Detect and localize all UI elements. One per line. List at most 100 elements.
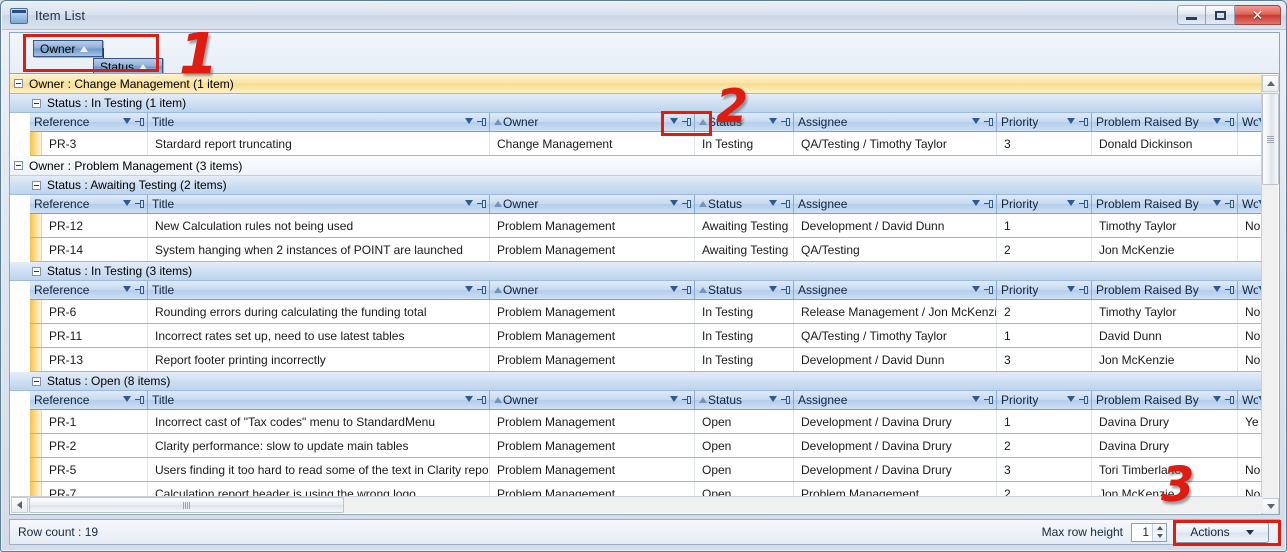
collapse-expand-icon[interactable] bbox=[14, 79, 23, 88]
column-header-title[interactable]: Title bbox=[148, 113, 490, 131]
owner-group-header[interactable]: Owner : Change Management (1 item) bbox=[10, 74, 1263, 94]
column-chooser-icon[interactable] bbox=[984, 396, 993, 404]
filter-icon[interactable] bbox=[123, 396, 132, 404]
filter-icon[interactable] bbox=[769, 200, 778, 208]
scroll-up-button[interactable] bbox=[1262, 75, 1279, 92]
sort-ascending-icon[interactable] bbox=[699, 397, 707, 403]
filter-icon[interactable] bbox=[972, 396, 981, 404]
filter-icon[interactable] bbox=[670, 118, 679, 126]
filter-icon[interactable] bbox=[465, 200, 474, 208]
column-header-status[interactable]: Status bbox=[695, 195, 794, 213]
stepper-buttons[interactable] bbox=[1152, 523, 1166, 541]
column-chooser-icon[interactable] bbox=[682, 396, 691, 404]
stepper-down-button[interactable] bbox=[1153, 532, 1166, 541]
scroll-down-button[interactable] bbox=[1262, 498, 1279, 514]
column-header-priority[interactable]: Priority bbox=[997, 391, 1092, 409]
filter-icon[interactable] bbox=[465, 286, 474, 294]
filter-icon[interactable] bbox=[123, 200, 132, 208]
column-header-title[interactable]: Title bbox=[148, 391, 490, 409]
column-chooser-icon[interactable] bbox=[682, 200, 691, 208]
column-header-problem_raised_by[interactable]: Problem Raised By bbox=[1092, 195, 1238, 213]
filter-icon[interactable] bbox=[1067, 286, 1076, 294]
maximize-button[interactable] bbox=[1206, 5, 1235, 25]
column-header-owner[interactable]: Owner bbox=[490, 281, 695, 299]
filter-icon[interactable] bbox=[123, 286, 132, 294]
column-header-reference[interactable]: Reference bbox=[30, 391, 148, 409]
filter-icon[interactable] bbox=[769, 118, 778, 126]
table-row[interactable]: PR-6 Rounding errors during calculating t… bbox=[30, 300, 1263, 324]
filter-icon[interactable] bbox=[670, 396, 679, 404]
stepper-up-button[interactable] bbox=[1153, 523, 1166, 532]
table-row[interactable]: PR-13 Report footer printing incorrectly P… bbox=[30, 348, 1263, 372]
horizontal-scrollbar[interactable] bbox=[11, 496, 1263, 513]
minimize-button[interactable] bbox=[1177, 5, 1206, 25]
column-header-workaround[interactable]: Wo bbox=[1238, 195, 1263, 213]
sort-ascending-icon[interactable] bbox=[494, 201, 502, 207]
max-row-height-stepper[interactable]: 1 bbox=[1131, 522, 1167, 542]
column-chooser-icon[interactable] bbox=[135, 286, 144, 294]
column-header-problem_raised_by[interactable]: Problem Raised By bbox=[1092, 391, 1238, 409]
column-header-owner[interactable]: Owner bbox=[490, 195, 695, 213]
filter-icon[interactable] bbox=[670, 286, 679, 294]
filter-icon[interactable] bbox=[972, 118, 981, 126]
collapse-expand-icon[interactable] bbox=[32, 98, 41, 108]
collapse-expand-icon[interactable] bbox=[32, 376, 41, 386]
column-chooser-icon[interactable] bbox=[781, 396, 790, 404]
status-group-header[interactable]: Status : Awaiting Testing (2 items) bbox=[10, 176, 1263, 195]
sort-ascending-icon[interactable] bbox=[494, 287, 502, 293]
column-chooser-icon[interactable] bbox=[477, 200, 486, 208]
column-header-workaround[interactable]: Wo bbox=[1238, 391, 1263, 409]
actions-button[interactable]: Actions bbox=[1175, 521, 1269, 543]
filter-icon[interactable] bbox=[670, 200, 679, 208]
column-chooser-icon[interactable] bbox=[781, 200, 790, 208]
vertical-scrollbar-thumb[interactable] bbox=[1262, 93, 1279, 185]
owner-group-header[interactable]: Owner : Problem Management (3 items) bbox=[10, 156, 1263, 176]
column-header-assignee[interactable]: Assignee bbox=[794, 391, 997, 409]
column-chooser-icon[interactable] bbox=[1079, 396, 1088, 404]
filter-icon[interactable] bbox=[1067, 200, 1076, 208]
column-header-assignee[interactable]: Assignee bbox=[794, 195, 997, 213]
status-group-header[interactable]: Status : In Testing (1 item) bbox=[10, 94, 1263, 113]
filter-icon[interactable] bbox=[1067, 396, 1076, 404]
close-button[interactable]: ✕ bbox=[1235, 5, 1281, 25]
status-group-header[interactable]: Status : Open (8 items) bbox=[10, 372, 1263, 391]
column-header-assignee[interactable]: Assignee bbox=[794, 113, 997, 131]
column-chooser-icon[interactable] bbox=[781, 118, 790, 126]
filter-icon[interactable] bbox=[1067, 118, 1076, 126]
column-header-workaround[interactable]: Wo bbox=[1238, 113, 1263, 131]
column-chooser-icon[interactable] bbox=[135, 200, 144, 208]
column-chooser-icon[interactable] bbox=[984, 286, 993, 294]
sort-ascending-icon[interactable] bbox=[699, 201, 707, 207]
column-header-priority[interactable]: Priority bbox=[997, 195, 1092, 213]
column-chooser-icon[interactable] bbox=[682, 286, 691, 294]
group-chip-owner[interactable]: Owner bbox=[33, 40, 103, 57]
filter-icon[interactable] bbox=[123, 118, 132, 126]
table-row[interactable]: PR-11 Incorrect rates set up, need to use… bbox=[30, 324, 1263, 348]
filter-icon[interactable] bbox=[465, 396, 474, 404]
table-row[interactable]: PR-1 Incorrect cast of "Tax codes" menu t… bbox=[30, 410, 1263, 434]
collapse-expand-icon[interactable] bbox=[32, 180, 41, 190]
column-chooser-icon[interactable] bbox=[1225, 118, 1234, 126]
column-header-title[interactable]: Title bbox=[148, 281, 490, 299]
column-header-status[interactable]: Status bbox=[695, 391, 794, 409]
column-chooser-icon[interactable] bbox=[1079, 200, 1088, 208]
table-row[interactable]: PR-2 Clarity performance: slow to update … bbox=[30, 434, 1263, 458]
scroll-left-button[interactable] bbox=[11, 497, 28, 513]
collapse-expand-icon[interactable] bbox=[32, 266, 41, 276]
column-header-problem_raised_by[interactable]: Problem Raised By bbox=[1092, 281, 1238, 299]
column-chooser-icon[interactable] bbox=[984, 118, 993, 126]
filter-icon[interactable] bbox=[1213, 118, 1222, 126]
column-header-workaround[interactable]: Wo bbox=[1238, 281, 1263, 299]
column-chooser-icon[interactable] bbox=[1079, 118, 1088, 126]
filter-icon[interactable] bbox=[769, 286, 778, 294]
table-row[interactable]: PR-3 Stardard report truncating Change Man… bbox=[30, 132, 1263, 156]
table-row[interactable]: PR-14 System hanging when 2 instances of … bbox=[30, 238, 1263, 262]
column-chooser-icon[interactable] bbox=[477, 286, 486, 294]
column-header-owner[interactable]: Owner bbox=[490, 391, 695, 409]
table-row[interactable]: PR-12 New Calculation rules not being use… bbox=[30, 214, 1263, 238]
column-chooser-icon[interactable] bbox=[135, 118, 144, 126]
filter-icon[interactable] bbox=[972, 200, 981, 208]
filter-icon[interactable] bbox=[465, 118, 474, 126]
vertical-scrollbar[interactable] bbox=[1261, 75, 1279, 514]
collapse-expand-icon[interactable] bbox=[14, 161, 23, 170]
